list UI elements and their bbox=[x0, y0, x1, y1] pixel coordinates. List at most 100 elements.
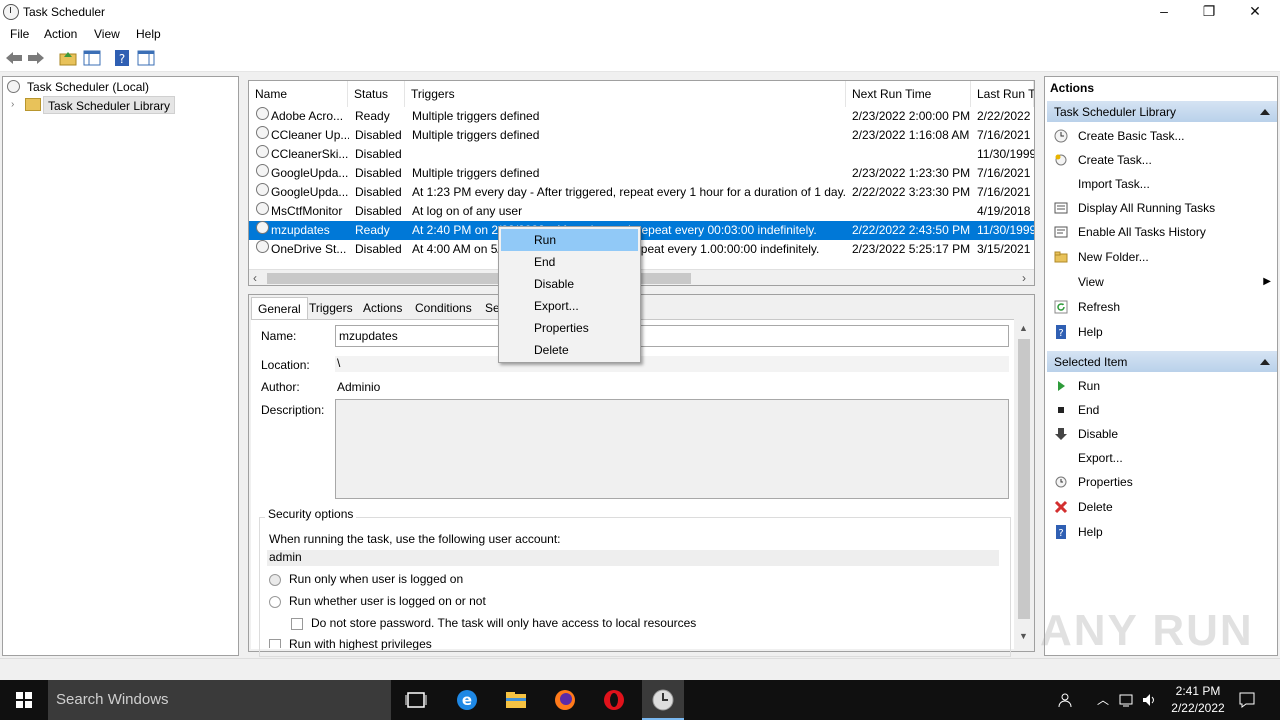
action-refresh[interactable]: Refresh bbox=[1047, 295, 1277, 319]
section-selected-item[interactable]: Selected Item bbox=[1047, 350, 1277, 372]
clock-date[interactable]: 2/22/2022 bbox=[1164, 701, 1232, 715]
tree-node-local[interactable]: Task Scheduler (Local) bbox=[5, 78, 235, 96]
task-details-pane: General Triggers Actions Conditions Set … bbox=[248, 294, 1035, 657]
action-create-basic-task[interactable]: Create Basic Task... bbox=[1047, 124, 1277, 148]
chevron-up-icon[interactable]: ︿ bbox=[1097, 691, 1109, 708]
table-row[interactable]: MsCtfMonitor Disabled At log on of any u… bbox=[249, 202, 1034, 221]
help-icon[interactable]: ? bbox=[112, 49, 132, 67]
menu-file[interactable]: File bbox=[10, 27, 29, 41]
name-field[interactable]: mzupdates bbox=[335, 325, 1009, 347]
tab-conditions[interactable]: Conditions bbox=[409, 297, 478, 319]
restore-button[interactable]: ❐ bbox=[1186, 0, 1232, 24]
clock-icon bbox=[256, 183, 269, 196]
network-icon[interactable] bbox=[1118, 692, 1136, 708]
scroll-right-icon[interactable]: › bbox=[1022, 271, 1026, 285]
action-import-task[interactable]: Import Task... bbox=[1047, 172, 1277, 196]
svg-text:?: ? bbox=[1058, 528, 1063, 539]
do-not-store-password-checkbox[interactable] bbox=[291, 618, 303, 630]
submenu-arrow-icon: ▶ bbox=[1263, 276, 1271, 287]
minimize-button[interactable]: – bbox=[1141, 0, 1187, 24]
file-explorer-icon[interactable] bbox=[504, 688, 528, 712]
action-create-task[interactable]: Create Task... bbox=[1047, 148, 1277, 172]
action-end[interactable]: End bbox=[1047, 398, 1277, 422]
context-menu-export[interactable]: Export... bbox=[501, 295, 638, 317]
context-menu-delete[interactable]: Delete bbox=[501, 339, 638, 361]
notifications-icon[interactable] bbox=[1238, 691, 1256, 709]
column-header-triggers[interactable]: Triggers bbox=[405, 81, 846, 107]
menu-help[interactable]: Help bbox=[136, 27, 161, 41]
action-new-folder[interactable]: New Folder... bbox=[1047, 245, 1277, 269]
action-run[interactable]: Run bbox=[1047, 374, 1277, 398]
collapse-icon[interactable] bbox=[1260, 359, 1270, 365]
context-menu-end[interactable]: End bbox=[501, 251, 638, 273]
column-header-status[interactable]: Status bbox=[348, 81, 405, 107]
action-delete[interactable]: Delete bbox=[1047, 495, 1277, 519]
volume-icon[interactable] bbox=[1141, 692, 1159, 708]
taskbar-task-scheduler-button[interactable] bbox=[642, 680, 684, 720]
cell-triggers: Multiple triggers defined bbox=[412, 109, 540, 123]
action-label: Properties bbox=[1078, 475, 1133, 489]
action-label: Delete bbox=[1078, 500, 1113, 514]
scrollbar-thumb[interactable] bbox=[1018, 339, 1030, 619]
horizontal-scrollbar[interactable]: ‹ › bbox=[249, 269, 1034, 285]
tab-general[interactable]: General bbox=[251, 297, 308, 319]
action-help-selected[interactable]: ? Help bbox=[1047, 520, 1277, 544]
menu-action[interactable]: Action bbox=[44, 27, 77, 41]
table-row-selected[interactable]: mzupdates Ready At 2:40 PM on 2/22/2022 … bbox=[249, 221, 1034, 240]
cell-status: Disabled bbox=[355, 242, 402, 256]
tab-triggers[interactable]: Triggers bbox=[303, 297, 359, 319]
action-label: Import Task... bbox=[1078, 177, 1150, 191]
people-icon[interactable] bbox=[1058, 691, 1076, 709]
radio-logged-on[interactable] bbox=[269, 574, 281, 586]
details-vertical-scrollbar[interactable]: ▲ ▼ bbox=[1016, 321, 1032, 645]
scroll-down-icon[interactable]: ▼ bbox=[1019, 631, 1028, 641]
action-help-library[interactable]: ? Help bbox=[1047, 320, 1277, 344]
close-button[interactable]: ✕ bbox=[1232, 0, 1278, 24]
tab-actions[interactable]: Actions bbox=[357, 297, 408, 319]
action-properties[interactable]: Properties bbox=[1047, 470, 1277, 494]
table-row[interactable]: GoogleUpda... Disabled At 1:23 PM every … bbox=[249, 183, 1034, 202]
context-menu-run[interactable]: Run bbox=[501, 229, 638, 251]
taskbar-search-box[interactable]: Search Windows bbox=[48, 680, 391, 720]
show-hide-console-tree-icon[interactable] bbox=[82, 49, 102, 67]
column-header-last-run[interactable]: Last Run Ti bbox=[971, 81, 1034, 107]
cell-status: Disabled bbox=[355, 185, 402, 199]
scroll-left-icon[interactable]: ‹ bbox=[253, 271, 257, 285]
table-row[interactable]: CCleaner Up... Disabled Multiple trigger… bbox=[249, 126, 1034, 145]
cell-last-run: 7/16/2021 bbox=[977, 166, 1031, 180]
clock-time[interactable]: 2:41 PM bbox=[1170, 684, 1226, 698]
section-task-scheduler-library[interactable]: Task Scheduler Library bbox=[1047, 100, 1277, 122]
table-row[interactable]: GoogleUpda... Disabled Multiple triggers… bbox=[249, 164, 1034, 183]
highest-privileges-checkbox[interactable] bbox=[269, 639, 281, 648]
action-label: Export... bbox=[1078, 451, 1123, 465]
opera-icon[interactable] bbox=[602, 688, 626, 712]
context-menu-properties[interactable]: Properties bbox=[501, 317, 638, 339]
description-field[interactable] bbox=[335, 399, 1009, 499]
action-display-running-tasks[interactable]: Display All Running Tasks bbox=[1047, 196, 1277, 220]
table-row[interactable]: OneDrive St... Disabled At 4:00 AM on 5/… bbox=[249, 240, 1034, 259]
edge-browser-icon[interactable]: e bbox=[455, 688, 479, 712]
chevron-right-icon[interactable]: › bbox=[11, 96, 14, 114]
table-row[interactable]: Adobe Acro... Ready Multiple triggers de… bbox=[249, 107, 1034, 126]
security-options-title: Security options bbox=[265, 507, 357, 521]
action-view[interactable]: View ▶ bbox=[1047, 270, 1277, 294]
back-arrow-icon[interactable] bbox=[4, 49, 24, 67]
forward-arrow-icon[interactable] bbox=[26, 49, 46, 67]
action-enable-tasks-history[interactable]: Enable All Tasks History bbox=[1047, 220, 1277, 244]
action-export[interactable]: Export... bbox=[1047, 446, 1277, 470]
column-header-name[interactable]: Name bbox=[249, 81, 348, 107]
collapse-icon[interactable] bbox=[1260, 109, 1270, 115]
radio-logged-on-or-not[interactable] bbox=[269, 596, 281, 608]
column-header-next-run[interactable]: Next Run Time bbox=[846, 81, 971, 107]
action-disable[interactable]: Disable bbox=[1047, 422, 1277, 446]
show-hide-action-pane-icon[interactable] bbox=[136, 49, 156, 67]
firefox-icon[interactable] bbox=[553, 688, 577, 712]
table-row[interactable]: CCleanerSki... Disabled 11/30/1999 bbox=[249, 145, 1034, 164]
tree-node-library[interactable]: › Task Scheduler Library bbox=[5, 96, 235, 114]
menu-view[interactable]: View bbox=[94, 27, 120, 41]
windows-start-icon[interactable] bbox=[16, 692, 32, 708]
context-menu-disable[interactable]: Disable bbox=[501, 273, 638, 295]
task-view-icon[interactable] bbox=[405, 691, 427, 709]
scroll-up-icon[interactable]: ▲ bbox=[1019, 323, 1028, 333]
up-folder-icon[interactable] bbox=[58, 49, 78, 67]
